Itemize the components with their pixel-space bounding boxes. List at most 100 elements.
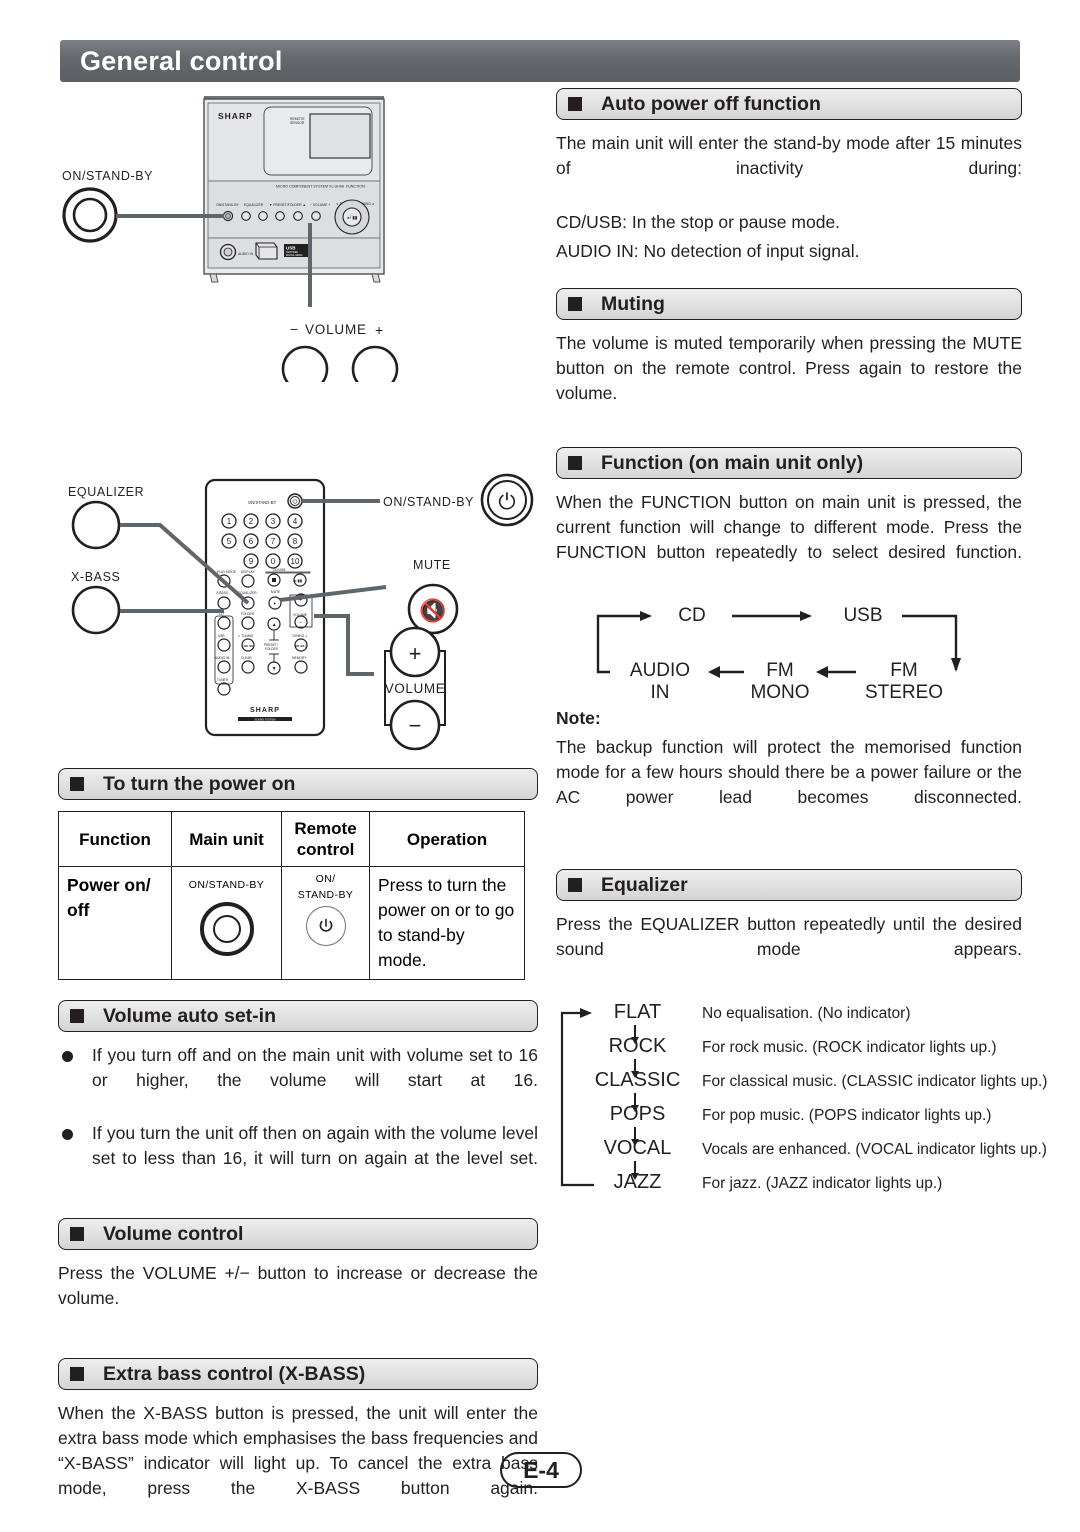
svg-text:1: 1 [227, 517, 232, 526]
table-row: Power on/ off ON/STAND-BY ON/ STAND-BY P… [58, 866, 525, 980]
svg-text:CERTIFIED: CERTIFIED [286, 252, 298, 254]
power-button-icon [305, 906, 346, 946]
eq-mode-name-jazz: JAZZ [613, 1171, 662, 1193]
svg-text:▸▸ ▸▸|: ▸▸ ▸▸| [296, 643, 306, 648]
note-label: Note: [556, 708, 601, 728]
function-body: When the FUNCTION button on main unit is… [556, 492, 1022, 562]
volume-control-body: Press the VOLUME +/− button to increase … [58, 1263, 538, 1308]
svg-text:5: 5 [227, 537, 232, 546]
auto-power-off-body: The main unit will enter the stand-by mo… [556, 133, 1022, 178]
bullet-dot-icon [62, 1051, 73, 1062]
svg-text:USB: USB [286, 246, 296, 251]
svg-text:9: 9 [249, 557, 254, 566]
col-header-operation: Operation [369, 811, 525, 867]
svg-text:FOLDER: FOLDER [265, 647, 279, 651]
svg-text:2: 2 [249, 517, 254, 526]
square-bullet-icon [70, 777, 84, 791]
svg-text:⏻: ⏻ [293, 499, 298, 506]
section-title-xbass: Extra bass control (X-BASS) [103, 1362, 366, 1385]
svg-text:FUNCTION: FUNCTION [346, 185, 365, 189]
section-header-volume-auto: Volume auto set-in [58, 1000, 538, 1032]
flow-label-fm-stereo-2: STEREO [864, 682, 944, 703]
section-title-muting: Muting [601, 292, 665, 315]
note-body: The backup function will protect the mem… [556, 737, 1022, 807]
svg-text:10: 10 [291, 557, 300, 566]
cell-operation: Press to turn the power on or to go to s… [369, 866, 525, 980]
section-header-muting: Muting [556, 288, 1022, 320]
section-header-equalizer: Equalizer [556, 869, 1022, 901]
eq-mode-desc-flat: No equalisation. (No indicator) [702, 1005, 911, 1022]
svg-text:DISPLAY: DISPLAY [241, 570, 255, 574]
svg-text:SOUND SYSTEM: SOUND SYSTEM [255, 718, 276, 722]
svg-text:CD/USB: CD/USB [273, 568, 286, 572]
flow-label-cd: CD [678, 605, 706, 626]
square-bullet-icon [568, 878, 582, 892]
svg-text:ON/STAND-BY: ON/STAND-BY [62, 169, 153, 183]
eq-mode-desc-classic: For classical music. (CLASSIC indicator … [702, 1073, 1048, 1090]
remote-button-label-line2: STAND-BY [297, 889, 354, 901]
svg-text:PLAY MODE: PLAY MODE [217, 570, 237, 574]
eq-mode-desc-pops: For pop music. (POPS indicator lights up… [702, 1107, 992, 1124]
flow-label-audio-in-2: IN [650, 682, 670, 703]
svg-text:X-BASS: X-BASS [216, 591, 229, 595]
svg-text:AUDIO IN: AUDIO IN [215, 656, 230, 660]
col-header-main-unit: Main unit [171, 811, 282, 867]
auto-power-off-line-1: CD/USB: In the stop or pause mode. [556, 212, 841, 232]
svg-text:−: − [409, 713, 422, 738]
svg-text:−: − [299, 620, 303, 626]
equalizer-body: Press the EQUALIZER button repeatedly un… [556, 914, 1022, 959]
col-header-function: Function [58, 811, 172, 867]
svg-text:ON/STAND-BY: ON/STAND-BY [383, 495, 474, 509]
svg-text:VOLUME: VOLUME [305, 322, 367, 337]
svg-text:▸/ ▮▮: ▸/ ▮▮ [348, 215, 358, 220]
section-title-function: Function (on main unit only) [601, 451, 864, 474]
svg-text:3: 3 [271, 517, 276, 526]
svg-text:6: 6 [249, 537, 254, 546]
square-bullet-icon [568, 97, 582, 111]
main-unit-diagram: SHARP REMOTE SENSOR MICRO COMPONENT SYST… [58, 92, 538, 393]
svg-text:SHARP: SHARP [250, 707, 280, 714]
remote-control-svg: ON/STAND-BY ⏻ 1 2 3 4 5 6 7 8 9 0 10 PLA… [68, 473, 534, 751]
svg-text:AUDIO IN: AUDIO IN [238, 252, 254, 256]
svg-text:▲: ▲ [272, 622, 277, 628]
main-unit-button-label: ON/STAND-BY [188, 879, 265, 891]
svg-text:7: 7 [271, 537, 276, 546]
svg-text:⏻: ⏻ [498, 489, 515, 514]
svg-text:TUNING ∧: TUNING ∧ [292, 634, 307, 638]
muting-body: The volume is muted temporarily when pre… [556, 333, 1022, 403]
list-item-text: If you turn off and on the main unit wit… [92, 1045, 538, 1090]
svg-text:X-BASS: X-BASS [71, 570, 120, 584]
svg-text:SENSOR: SENSOR [290, 121, 305, 125]
svg-text:+: + [375, 322, 383, 338]
svg-text:ON/STAND-BY: ON/STAND-BY [216, 203, 240, 207]
section-header-auto-power-off: Auto power off function [556, 88, 1022, 120]
svg-text:TUNER: TUNER [217, 678, 229, 682]
page-title-bar: General control [60, 40, 1020, 82]
eq-mode-name-flat: FLAT [613, 1001, 662, 1023]
eq-mode-name-vocal: VOCAL [603, 1137, 672, 1159]
eq-mode-desc-jazz: For jazz. (JAZZ indicator lights up.) [702, 1175, 943, 1192]
equalizer-flow-diagram: FLAT No equalisation. (No indicator) ROC… [556, 1001, 1047, 1211]
flow-label-fm-mono-2: MONO [750, 682, 810, 703]
svg-text:+: + [409, 641, 422, 666]
section-title-equalizer: Equalizer [601, 873, 688, 896]
svg-text:🔇: 🔇 [419, 598, 446, 623]
section-header-volume-control: Volume control [58, 1218, 538, 1250]
flow-label-fm-mono-1: FM [766, 660, 794, 681]
eq-mode-name-rock: ROCK [608, 1035, 667, 1057]
square-bullet-icon [70, 1009, 84, 1023]
section-header-power-on: To turn the power on [58, 768, 538, 800]
main-unit-svg: SHARP REMOTE SENSOR MICRO COMPONENT SYST… [62, 96, 399, 393]
svg-text:0: 0 [271, 557, 276, 566]
section-header-function: Function (on main unit only) [556, 447, 1022, 479]
svg-text:MUTE: MUTE [271, 590, 281, 594]
svg-text:EQUALIZER: EQUALIZER [68, 485, 144, 499]
bullet-dot-icon [62, 1129, 73, 1140]
auto-power-off-line-2: AUDIO IN: No detection of input signal. [556, 241, 860, 261]
svg-text:MEMORY: MEMORY [292, 656, 307, 660]
list-item: If you turn the unit off then on again w… [58, 1121, 538, 1196]
section-title-volume-auto: Volume auto set-in [103, 1004, 276, 1027]
eq-mode-desc-vocal: Vocals are enhanced. (VOCAL indicator li… [702, 1141, 1047, 1158]
section-header-xbass: Extra bass control (X-BASS) [58, 1358, 538, 1390]
svg-text:▼ PRESET/FOLDER ▲: ▼ PRESET/FOLDER ▲ [269, 203, 306, 207]
